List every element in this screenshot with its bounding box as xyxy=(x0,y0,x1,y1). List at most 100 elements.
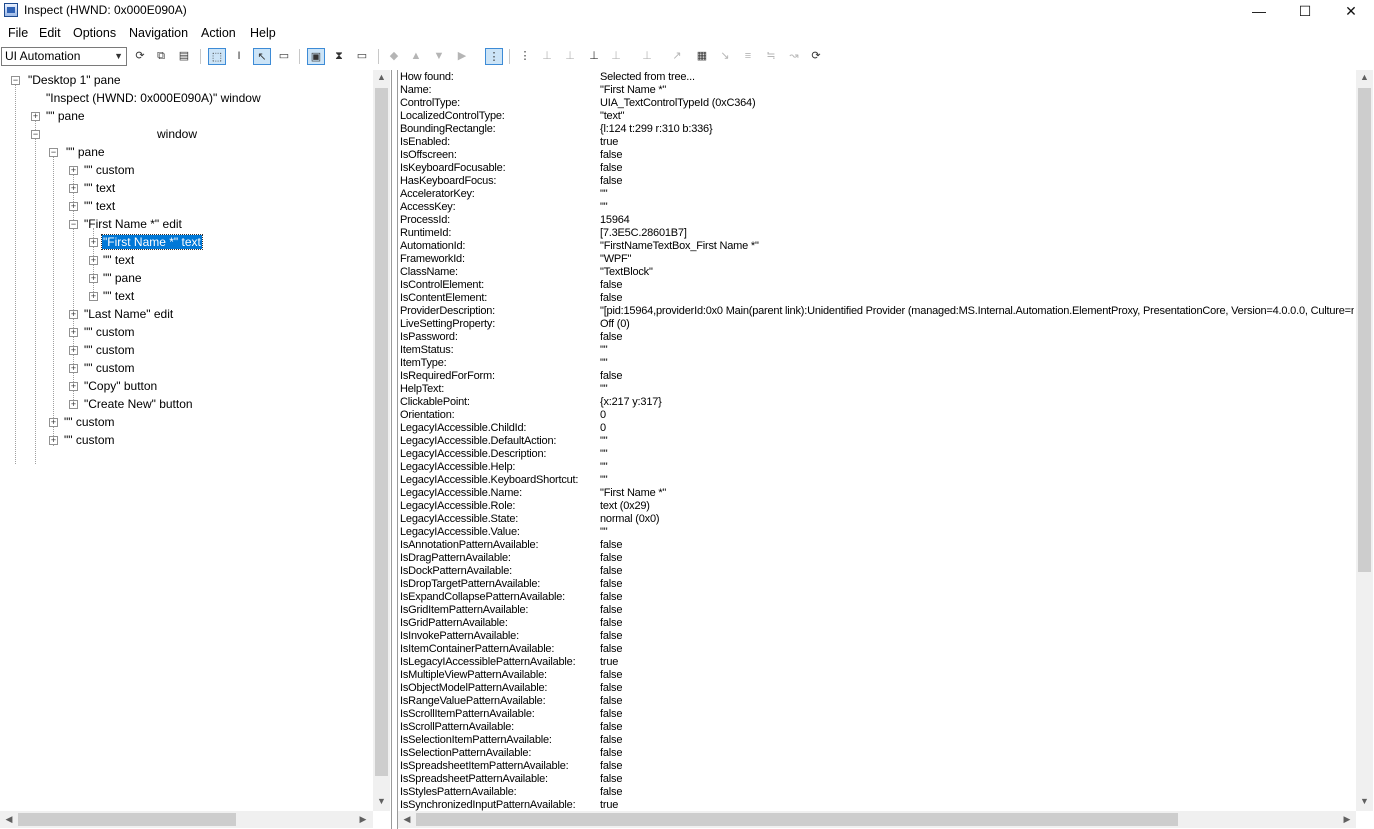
property-row[interactable]: ClassName: "TextBlock" xyxy=(400,266,1354,279)
menu-navigation[interactable]: Navigation xyxy=(129,26,188,40)
property-row[interactable]: IsObjectModelPatternAvailable: false xyxy=(400,682,1354,695)
property-row[interactable]: IsSpreadsheetPatternAvailable: false xyxy=(400,773,1354,786)
property-row[interactable]: LegacyIAccessible.KeyboardShortcut: "" xyxy=(400,474,1354,487)
menu-options[interactable]: Options xyxy=(73,26,116,40)
expand-icon[interactable]: + xyxy=(31,112,40,121)
property-row[interactable]: IsDockPatternAvailable: false xyxy=(400,565,1354,578)
nav-back-icon[interactable]: ◆ xyxy=(385,48,403,65)
expand-icon[interactable]: + xyxy=(69,166,78,175)
scroll-thumb[interactable] xyxy=(375,88,388,776)
watch-cursor-icon[interactable]: ↖ xyxy=(253,48,271,65)
properties-vertical-scrollbar[interactable]: ▲ ▼ xyxy=(1356,70,1373,811)
expand-icon[interactable]: + xyxy=(89,274,98,283)
property-row[interactable]: HasKeyboardFocus: false xyxy=(400,175,1354,188)
property-row[interactable]: AutomationId: "FirstNameTextBox_First Nam… xyxy=(400,240,1354,253)
scroll-thumb[interactable] xyxy=(18,813,236,826)
collapse-icon[interactable]: − xyxy=(69,220,78,229)
collapse-icon[interactable]: − xyxy=(11,76,20,85)
expand-icon[interactable]: + xyxy=(69,364,78,373)
close-button[interactable]: ✕ xyxy=(1328,0,1374,22)
property-row[interactable]: IsOffscreen: false xyxy=(400,149,1354,162)
property-row[interactable]: How found: Selected from tree... xyxy=(400,71,1354,84)
scroll-down-icon[interactable]: ▼ xyxy=(1356,796,1373,806)
property-row[interactable]: ControlType: UIA_TextControlTypeId (0xC36… xyxy=(400,97,1354,110)
property-row[interactable]: LegacyIAccessible.Value: "" xyxy=(400,526,1354,539)
expand-icon[interactable]: + xyxy=(89,256,98,265)
watch-focus-icon[interactable]: ⬚ xyxy=(208,48,226,65)
refresh-icon[interactable]: ⟳ xyxy=(131,48,149,65)
property-row[interactable]: IsDropTargetPatternAvailable: false xyxy=(400,578,1354,591)
expand-icon[interactable]: + xyxy=(89,292,98,301)
watch-caret-icon[interactable]: I xyxy=(230,48,248,65)
property-row[interactable]: IsContentElement: false xyxy=(400,292,1354,305)
property-row[interactable]: BoundingRectangle: {l:124 t:299 r:310 b:3… xyxy=(400,123,1354,136)
property-row[interactable]: IsRequiredForForm: false xyxy=(400,370,1354,383)
scroll-right-icon[interactable]: ▶ xyxy=(1342,814,1352,825)
expand-icon[interactable]: + xyxy=(69,346,78,355)
property-row[interactable]: IsSpreadsheetItemPatternAvailable: false xyxy=(400,760,1354,773)
action-1-icon[interactable]: ⊥ xyxy=(638,48,656,65)
action-3-icon[interactable]: ▦ xyxy=(693,48,711,65)
menu-action[interactable]: Action xyxy=(201,26,236,40)
property-row[interactable]: IsStylesPatternAvailable: false xyxy=(400,786,1354,799)
nav-up-icon[interactable]: ▲ xyxy=(407,48,425,65)
property-row[interactable]: IsAnnotationPatternAvailable: false xyxy=(400,539,1354,552)
tree-vertical-scrollbar[interactable]: ▲ ▼ xyxy=(373,70,390,811)
property-row[interactable]: IsEnabled: true xyxy=(400,136,1354,149)
property-row[interactable]: ProcessId: 15964 xyxy=(400,214,1354,227)
collapse-icon[interactable]: − xyxy=(49,148,58,157)
copy-icon[interactable]: ⧉ xyxy=(152,48,170,65)
expand-icon[interactable]: + xyxy=(89,238,98,247)
nav-down-icon[interactable]: ▼ xyxy=(430,48,448,65)
menu-file[interactable]: File xyxy=(8,26,28,40)
property-row[interactable]: FrameworkId: "WPF" xyxy=(400,253,1354,266)
expand-icon[interactable]: + xyxy=(49,418,58,427)
tree-horizontal-scrollbar[interactable]: ◀ ▶ xyxy=(0,811,373,828)
property-row[interactable]: HelpText: "" xyxy=(400,383,1354,396)
property-row[interactable]: IsRangeValuePatternAvailable: false xyxy=(400,695,1354,708)
scroll-right-icon[interactable]: ▶ xyxy=(358,814,368,825)
property-row[interactable]: LegacyIAccessible.Name: "First Name *" xyxy=(400,487,1354,500)
property-row[interactable]: IsGridItemPatternAvailable: false xyxy=(400,604,1354,617)
property-row[interactable]: IsInvokePatternAvailable: false xyxy=(400,630,1354,643)
expand-icon[interactable]: + xyxy=(49,436,58,445)
property-row[interactable]: LegacyIAccessible.DefaultAction: "" xyxy=(400,435,1354,448)
property-row[interactable]: AcceleratorKey: "" xyxy=(400,188,1354,201)
property-row[interactable]: Orientation: 0 xyxy=(400,409,1354,422)
property-row[interactable]: IsSelectionItemPatternAvailable: false xyxy=(400,734,1354,747)
expand-icon[interactable]: + xyxy=(69,310,78,319)
property-row[interactable]: IsSelectionPatternAvailable: false xyxy=(400,747,1354,760)
property-row[interactable]: IsPassword: false xyxy=(400,331,1354,344)
scroll-down-icon[interactable]: ▼ xyxy=(373,796,390,806)
watch-tooltip-icon[interactable]: ▭ xyxy=(275,48,293,65)
property-row[interactable]: IsExpandCollapsePatternAvailable: false xyxy=(400,591,1354,604)
property-row[interactable]: RuntimeId: [7.3E5C.28601B7] xyxy=(400,227,1354,240)
properties-icon[interactable]: ▤ xyxy=(175,48,193,65)
action-7-icon[interactable]: ↝ xyxy=(785,48,803,65)
nav-last-child-icon[interactable]: ⊥ xyxy=(607,48,625,65)
property-row[interactable]: LegacyIAccessible.Description: "" xyxy=(400,448,1354,461)
nav-forward-icon[interactable]: ▶ xyxy=(453,48,471,65)
expand-icon[interactable]: + xyxy=(69,328,78,337)
property-row[interactable]: ItemStatus: "" xyxy=(400,344,1354,357)
mode-dropdown[interactable]: UI Automation ▼ xyxy=(1,47,127,66)
action-6-icon[interactable]: ≒ xyxy=(762,48,780,65)
property-row[interactable]: IsGridPatternAvailable: false xyxy=(400,617,1354,630)
property-row[interactable]: LegacyIAccessible.Help: "" xyxy=(400,461,1354,474)
property-row[interactable]: AccessKey: "" xyxy=(400,201,1354,214)
property-row[interactable]: IsDragPatternAvailable: false xyxy=(400,552,1354,565)
highlight-icon[interactable]: ▣ xyxy=(307,48,325,65)
expand-icon[interactable]: + xyxy=(69,202,78,211)
nav-first-child-icon[interactable]: ⊥ xyxy=(538,48,556,65)
refresh-tree-icon[interactable]: ⟳ xyxy=(807,48,825,65)
property-row[interactable]: ClickablePoint: {x:217 y:317} xyxy=(400,396,1354,409)
property-row[interactable]: IsControlElement: false xyxy=(400,279,1354,292)
property-row[interactable]: LiveSettingProperty: Off (0) xyxy=(400,318,1354,331)
property-row[interactable]: IsItemContainerPatternAvailable: false xyxy=(400,643,1354,656)
property-row[interactable]: ProviderDescription: "[pid:15964,provider… xyxy=(400,305,1354,318)
maximize-button[interactable]: ☐ xyxy=(1282,0,1328,22)
expand-icon[interactable]: + xyxy=(69,382,78,391)
property-row[interactable]: IsSynchronizedInputPatternAvailable: true xyxy=(400,799,1354,811)
nav-parent-icon[interactable]: ⋮ xyxy=(516,48,534,65)
property-row[interactable]: ItemType: "" xyxy=(400,357,1354,370)
